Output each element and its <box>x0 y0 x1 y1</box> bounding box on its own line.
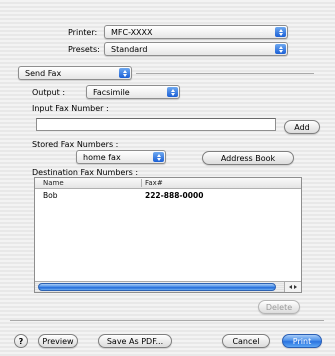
panel-value: Send Fax <box>25 68 62 78</box>
panel-popup[interactable]: Send Fax <box>18 66 132 80</box>
printer-label: Printer: <box>68 28 98 37</box>
cancel-button[interactable]: Cancel <box>222 334 270 348</box>
stored-fax-label: Stored Fax Numbers : <box>32 140 119 149</box>
output-popup[interactable]: Facsimile <box>86 85 180 99</box>
scroll-thumb[interactable] <box>38 283 276 291</box>
input-fax-label: Input Fax Number : <box>32 104 109 113</box>
delete-button[interactable]: Delete <box>258 300 300 314</box>
chevron-updown-icon <box>275 27 286 37</box>
help-glyph: ? <box>18 336 24 346</box>
stored-fax-popup[interactable]: home fax <box>76 150 166 164</box>
save-pdf-label: Save As PDF... <box>106 336 164 346</box>
add-button[interactable]: Add <box>284 120 320 134</box>
scroll-right-icon[interactable] <box>294 285 297 289</box>
printer-popup[interactable]: MFC-XXXX <box>104 25 288 39</box>
destination-label: Destination Fax Numbers : <box>32 168 139 177</box>
chevron-updown-icon <box>119 68 130 78</box>
output-value: Facsimile <box>93 87 130 97</box>
preview-label: Preview <box>42 336 74 346</box>
output-label: Output : <box>32 88 66 97</box>
presets-value: Standard <box>111 44 148 54</box>
presets-popup[interactable]: Standard <box>104 42 288 56</box>
column-divider <box>141 179 142 187</box>
footer-separator <box>10 320 324 321</box>
column-header-name[interactable]: Name <box>43 179 64 187</box>
stored-fax-value: home fax <box>83 152 121 162</box>
panel-separator <box>136 73 314 74</box>
scroll-arrows[interactable] <box>284 282 301 292</box>
list-header: Name Fax# <box>35 178 301 189</box>
row-fax: 222-888-0000 <box>145 191 204 200</box>
help-icon[interactable]: ? <box>14 334 28 348</box>
print-button[interactable]: Print <box>282 334 322 348</box>
address-book-label: Address Book <box>220 153 276 163</box>
presets-label: Presets: <box>68 45 100 54</box>
fax-number-input[interactable] <box>36 118 276 131</box>
column-header-fax[interactable]: Fax# <box>145 179 163 187</box>
cancel-label: Cancel <box>232 336 260 346</box>
chevron-updown-icon <box>275 44 286 54</box>
add-label: Add <box>294 122 310 132</box>
chevron-updown-icon <box>167 87 178 97</box>
save-pdf-button[interactable]: Save As PDF... <box>98 334 172 348</box>
scroll-left-icon[interactable] <box>289 285 292 289</box>
printer-value: MFC-XXXX <box>111 27 153 37</box>
preview-button[interactable]: Preview <box>38 334 78 348</box>
destination-list[interactable]: Name Fax# Bob 222-888-0000 <box>34 177 302 293</box>
table-row[interactable]: Bob 222-888-0000 <box>35 190 301 200</box>
delete-label: Delete <box>265 302 293 312</box>
chevron-updown-icon <box>153 152 164 162</box>
row-name: Bob <box>43 191 58 200</box>
horizontal-scrollbar[interactable] <box>35 281 301 292</box>
print-label: Print <box>292 336 312 346</box>
address-book-button[interactable]: Address Book <box>202 151 294 165</box>
